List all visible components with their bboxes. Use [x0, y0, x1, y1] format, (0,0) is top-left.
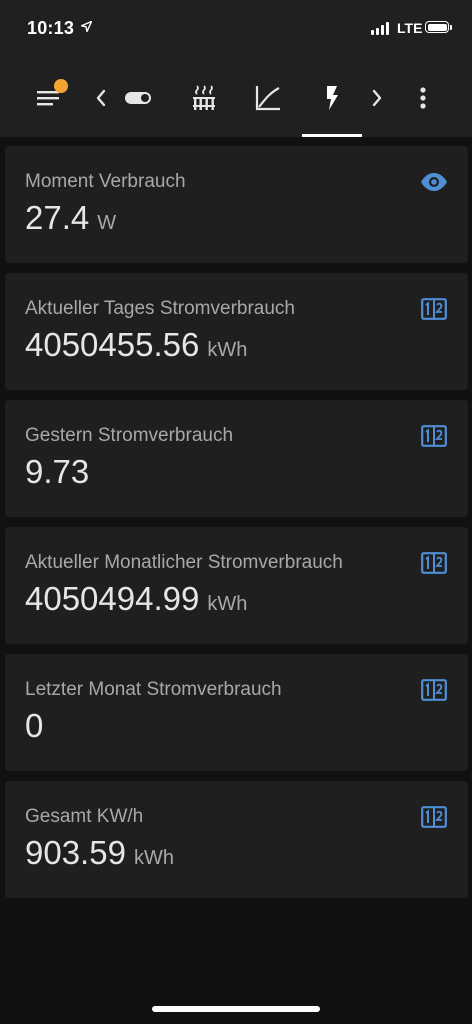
tab-switches[interactable] [118, 58, 158, 137]
sensor-unit: W [97, 212, 117, 234]
sensor-card[interactable]: Aktueller Monatlicher Stromverbrauch 405… [5, 527, 468, 644]
sensor-value: 27.4 [25, 199, 90, 236]
sensor-reading: 903.59 kWh [25, 834, 174, 872]
tab-energy[interactable] [310, 58, 354, 137]
sensor-card[interactable]: Moment Verbrauch 27.4 W [5, 146, 468, 263]
sensor-reading: 4050494.99 kWh [25, 580, 247, 618]
active-tab-indicator [302, 134, 362, 137]
menu-button[interactable] [26, 58, 72, 137]
counter-icon [421, 298, 447, 320]
sensor-label: Gestern Stromverbrauch [25, 425, 234, 446]
cellular-signal-icon [371, 22, 389, 35]
overflow-menu-button[interactable] [408, 58, 438, 137]
network-type: LTE [397, 20, 423, 36]
chevron-right-icon [372, 89, 382, 106]
dots-vertical-icon [420, 86, 426, 109]
scroll-tabs-left-button[interactable] [88, 58, 114, 137]
sensor-value: 0 [25, 707, 44, 744]
sensor-icon-button[interactable] [420, 676, 448, 704]
sensor-card[interactable]: Gestern Stromverbrauch 9.73 [5, 400, 468, 517]
sensor-icon-button[interactable] [420, 549, 448, 577]
sensor-value: 903.59 [25, 834, 126, 871]
status-bar: 10:13 LTE [0, 0, 472, 58]
sensor-label: Letzter Monat Stromverbrauch [25, 679, 282, 700]
sensor-unit: kWh [207, 339, 248, 361]
toggle-switch-icon [125, 91, 151, 104]
sensor-icon-button[interactable] [420, 295, 448, 323]
sensor-card[interactable]: Letzter Monat Stromverbrauch 0 [5, 654, 468, 771]
tab-history[interactable] [246, 58, 290, 137]
view-toolbar [0, 58, 472, 137]
sensor-reading: 4050455.56 kWh [25, 326, 247, 364]
sensor-icon-button[interactable] [420, 168, 448, 196]
eye-icon [421, 173, 447, 191]
sensor-card[interactable]: Gesamt KW/h 903.59 kWh [5, 781, 468, 898]
counter-icon [421, 552, 447, 574]
battery-tip [450, 25, 452, 30]
location-arrow-icon [81, 21, 92, 32]
radiator-icon [193, 84, 215, 110]
app-screen: 10:13 LTE Moment Verbrauch 27.4 W Aktuel… [0, 0, 472, 1024]
home-indicator[interactable] [152, 1006, 320, 1012]
counter-icon [421, 679, 447, 701]
sensor-label: Moment Verbrauch [25, 171, 186, 192]
sensor-value: 4050494.99 [25, 580, 200, 617]
status-time: 10:13 [27, 18, 75, 38]
sensor-value: 4050455.56 [25, 326, 200, 363]
counter-icon [421, 425, 447, 447]
sensor-label: Gesamt KW/h [25, 806, 144, 827]
sensor-reading: 9.73 [25, 453, 97, 491]
scroll-tabs-right-button[interactable] [364, 58, 390, 137]
chart-line-icon [255, 85, 280, 110]
sensor-icon-button[interactable] [420, 422, 448, 450]
sensor-label: Aktueller Monatlicher Stromverbrauch [25, 552, 343, 573]
sensor-unit: kWh [133, 847, 174, 869]
notification-badge [54, 79, 68, 93]
flash-icon [327, 85, 338, 110]
sensor-card[interactable]: Aktueller Tages Stromverbrauch 4050455.5… [5, 273, 468, 390]
sensor-reading: 27.4 W [25, 199, 116, 237]
sensor-value: 9.73 [25, 453, 90, 490]
sensor-card-list: Moment Verbrauch 27.4 W Aktueller Tages S… [5, 146, 468, 908]
sensor-reading: 0 [25, 707, 51, 745]
counter-icon [421, 806, 447, 828]
sensor-unit: kWh [207, 593, 248, 615]
sensor-label: Aktueller Tages Stromverbrauch [25, 298, 295, 319]
sensor-icon-button[interactable] [420, 803, 448, 831]
battery-icon [425, 21, 449, 33]
chevron-left-icon [96, 89, 106, 106]
tab-heating[interactable] [182, 58, 226, 137]
